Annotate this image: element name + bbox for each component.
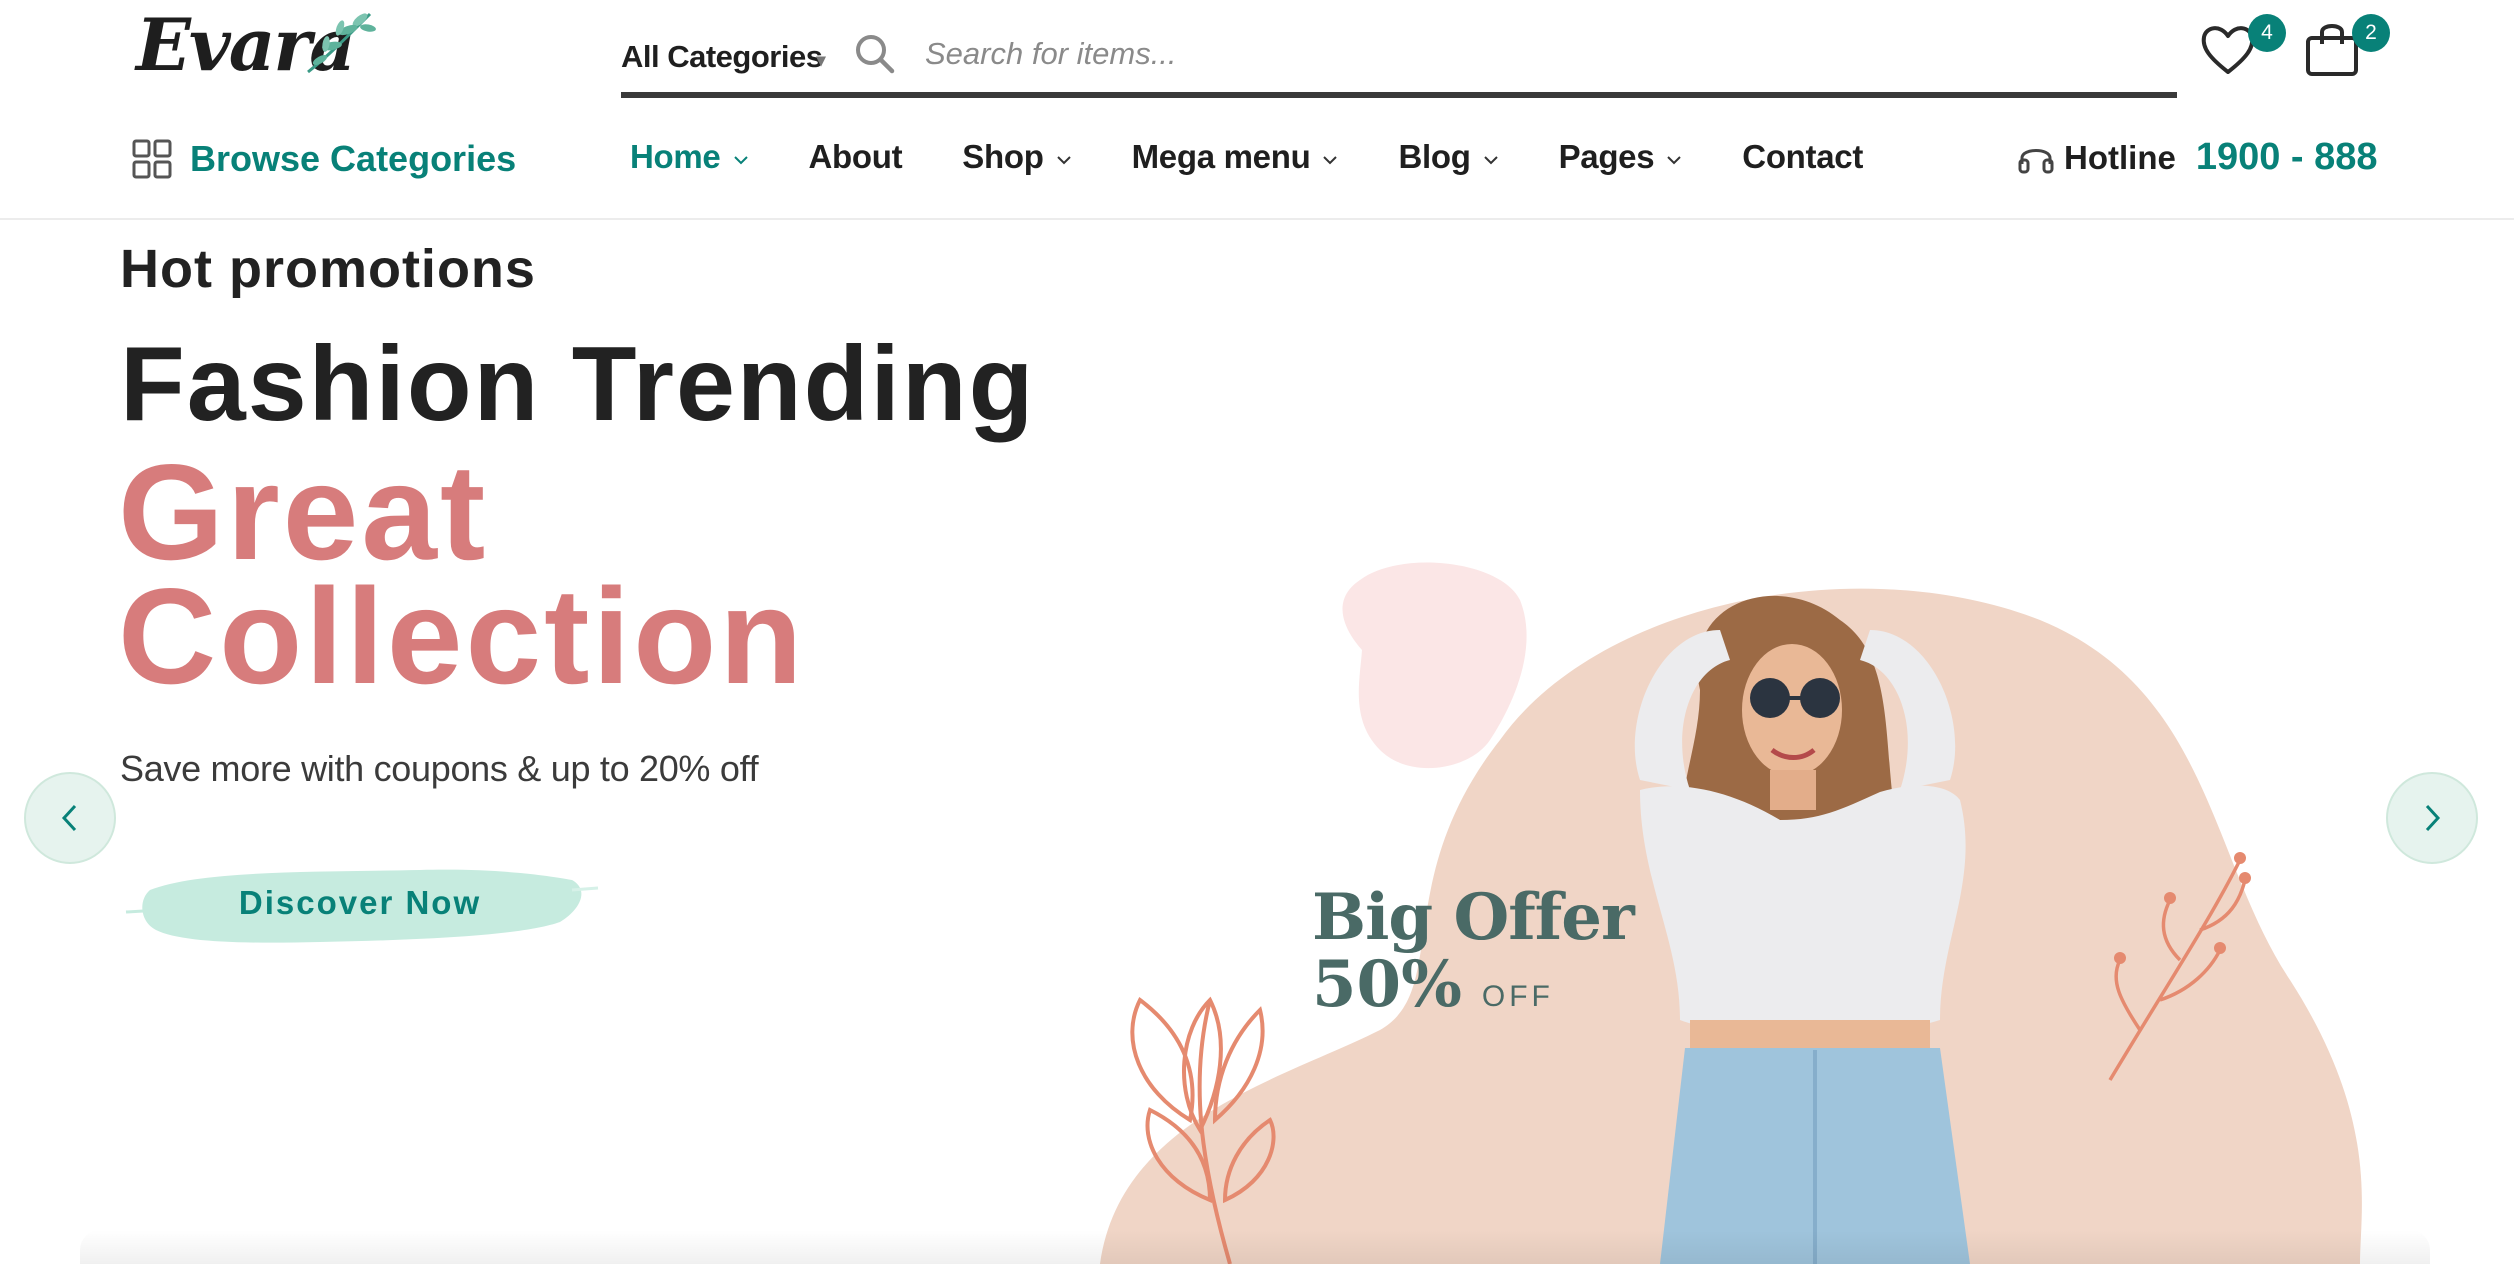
logo[interactable]: Evara [132, 2, 382, 92]
nav-bar: Browse Categories Home About Shop Mega m… [0, 110, 2514, 220]
nav-item-label: About [808, 138, 903, 175]
headphones-icon [2018, 148, 2054, 173]
nav-item-label: Blog [1398, 138, 1471, 175]
browse-categories-button[interactable]: Browse Categories [132, 138, 516, 180]
offer-line1: Big Offer [1312, 880, 1635, 955]
main-nav: Home About Shop Mega menu Blog Pages Con… [630, 138, 1923, 176]
hero-accent-line2: Collection [118, 560, 806, 712]
cart-button[interactable]: 2 [2300, 14, 2390, 88]
hotline-label: Hotline [2064, 138, 2176, 176]
grid-icon [132, 139, 172, 179]
big-offer-text: Big Offer 50% OFF [1312, 880, 1635, 1022]
browse-categories-label: Browse Categories [190, 138, 517, 179]
cart-count-badge: 2 [2352, 14, 2390, 52]
hotline[interactable]: Hotline 1900 - 888 [2016, 136, 2378, 179]
search-input[interactable] [925, 28, 2125, 80]
nav-item-label: Shop [962, 138, 1044, 175]
offer-suffix: OFF [1481, 980, 1554, 1013]
nav-item-label: Home [630, 138, 721, 175]
wishlist-button[interactable]: 4 [2196, 14, 2286, 88]
hero-description: Save more with coupons & up to 20% off [120, 748, 759, 789]
discover-now-button[interactable]: Discover Now [120, 850, 599, 956]
chevron-left-icon [61, 804, 77, 832]
category-select[interactable]: All Categories ▾ [621, 32, 825, 82]
nav-item-blog[interactable]: Blog [1398, 138, 1498, 176]
leaf-logo-icon [307, 12, 376, 74]
nav-item-label: Pages [1558, 138, 1655, 175]
hero-accent-title: Great Collection [118, 436, 806, 712]
hero-accent-line1: Great [118, 436, 489, 588]
nav-item-label: Mega menu [1131, 138, 1311, 175]
header-top: Evara All Categories ▾ 4 [0, 0, 2514, 100]
chevron-down-icon [1056, 156, 1071, 165]
search-icon[interactable] [853, 32, 897, 76]
slider-next-button[interactable] [2386, 772, 2478, 864]
category-select-label: All Categories [621, 39, 823, 74]
offer-line2: 50% OFF [1312, 947, 1634, 1022]
hero-subtitle: Hot promotions [120, 239, 536, 299]
chevron-down-icon [1483, 156, 1498, 165]
chevron-down-icon [1323, 156, 1338, 165]
chevron-down-icon [733, 156, 748, 165]
offer-percent: 50% [1312, 947, 1462, 1022]
nav-item-pages[interactable]: Pages [1559, 138, 1683, 176]
nav-item-mega-menu[interactable]: Mega menu [1132, 138, 1339, 176]
next-section-shadow [80, 1230, 2430, 1264]
nav-item-shop[interactable]: Shop [962, 138, 1071, 176]
nav-item-home[interactable]: Home [630, 138, 749, 176]
discover-now-label: Discover Now [238, 884, 482, 921]
nav-item-label: Contact [1742, 138, 1864, 175]
hero-image [1100, 562, 2362, 1264]
nav-item-about[interactable]: About [809, 138, 903, 176]
hotline-number: 1900 - 888 [2195, 136, 2378, 178]
chevron-down-icon [1667, 156, 1682, 165]
search-bar: All Categories ▾ [621, 20, 2177, 98]
slider-prev-button[interactable] [24, 772, 116, 864]
caret-down-icon: ▾ [816, 49, 825, 70]
wishlist-count-badge: 4 [2248, 14, 2286, 52]
nav-item-contact[interactable]: Contact [1742, 138, 1863, 176]
chevron-right-icon [2425, 804, 2441, 832]
hero-title: Fashion Trending [120, 325, 1036, 443]
